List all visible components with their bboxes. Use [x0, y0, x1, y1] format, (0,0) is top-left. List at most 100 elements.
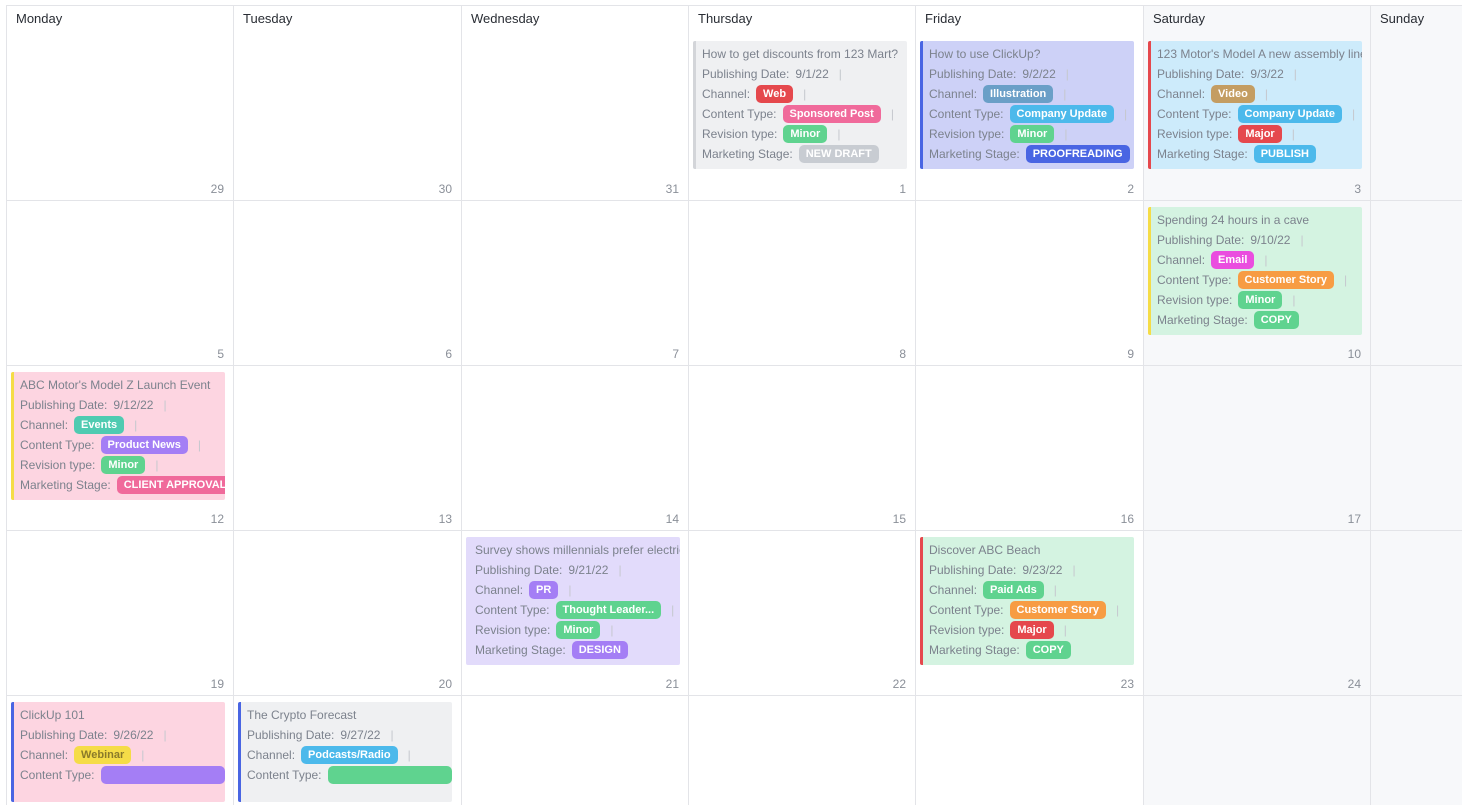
day-cell[interactable] — [462, 696, 688, 805]
revision-type-tag[interactable]: Minor — [783, 125, 828, 143]
day-cell[interactable] — [7, 6, 233, 200]
publishing-date-value: 9/1/22 — [795, 67, 829, 81]
day-cell[interactable] — [1371, 201, 1462, 365]
revision-type-row: Revision type: Minor | — [475, 620, 680, 640]
channel-row: Channel: PR | — [475, 580, 680, 600]
marketing-stage-tag[interactable]: PUBLISH — [1253, 145, 1316, 163]
content-type-tag[interactable]: Product News — [100, 436, 188, 454]
event-card[interactable]: How to use ClickUp? Publishing Date: 9/2/2… — [920, 41, 1134, 169]
marketing-stage-row: Marketing Stage: NEW DRAFT — [702, 144, 907, 164]
event-card[interactable]: Discover ABC Beach Publishing Date: 9/23/2… — [920, 537, 1134, 665]
event-card[interactable]: ABC Motor's Model Z Launch Event Publishi… — [11, 372, 225, 500]
marketing-stage-tag[interactable]: COPY — [1025, 641, 1071, 659]
day-cell[interactable] — [7, 531, 233, 695]
field-separator: | — [1264, 253, 1268, 267]
field-separator: | — [134, 418, 138, 432]
day-cell[interactable] — [234, 201, 460, 365]
publishing-date-label: Publishing Date: — [475, 563, 563, 577]
day-cell[interactable] — [462, 366, 688, 530]
event-card[interactable]: Spending 24 hours in a cave Publishing Da… — [1148, 207, 1362, 335]
publishing-date-label: Publishing Date: — [1157, 67, 1245, 81]
content-type-label: Content Type: — [20, 768, 95, 782]
day-cell[interactable] — [689, 201, 915, 365]
day-cell[interactable] — [916, 696, 1142, 805]
channel-tag[interactable]: PR — [529, 581, 559, 599]
day-number: 29 — [210, 182, 224, 196]
event-title: Discover ABC Beach — [929, 543, 1041, 557]
day-cell[interactable] — [1144, 366, 1370, 530]
channel-tag[interactable]: Webinar — [74, 746, 132, 764]
day-cell[interactable] — [462, 6, 688, 200]
publishing-date-value: 9/10/22 — [1250, 233, 1291, 247]
marketing-stage-tag[interactable]: COPY — [1253, 311, 1299, 329]
channel-tag[interactable]: Email — [1211, 251, 1255, 269]
field-separator: | — [141, 748, 145, 762]
revision-type-label: Revision type: — [929, 127, 1005, 141]
marketing-stage-label: Marketing Stage: — [20, 478, 111, 492]
day-cell[interactable] — [234, 6, 460, 200]
content-type-tag[interactable]: Customer Story — [1009, 601, 1107, 619]
field-separator: | — [1344, 273, 1348, 287]
day-number: 3 — [1354, 182, 1361, 196]
revision-type-row: Revision type: Minor | — [20, 455, 225, 475]
day-cell[interactable] — [462, 201, 688, 365]
channel-tag[interactable]: Web — [756, 85, 794, 103]
day-cell[interactable] — [234, 366, 460, 530]
day-cell[interactable] — [1371, 366, 1462, 530]
revision-type-row: Revision type: Major | — [929, 620, 1134, 640]
content-type-tag[interactable]: Sponsored Post — [782, 105, 881, 123]
day-number: 5 — [217, 347, 224, 361]
field-separator: | — [838, 67, 842, 81]
content-type-tag[interactable]: Thought Leader... — [555, 601, 662, 619]
publishing-date-label: Publishing Date: — [20, 728, 108, 742]
field-separator: | — [568, 583, 572, 597]
event-card[interactable]: The Crypto Forecast Publishing Date: 9/27/… — [238, 702, 452, 802]
event-title: How to get discounts from 123 Mart? — [702, 47, 899, 61]
channel-label: Channel: — [247, 748, 296, 762]
revision-type-tag[interactable]: Minor — [1010, 125, 1055, 143]
content-type-tag[interactable]: Company Update — [1009, 105, 1114, 123]
day-cell[interactable] — [916, 366, 1142, 530]
day-number: 20 — [438, 677, 452, 691]
revision-type-tag[interactable]: Major — [1010, 621, 1054, 639]
field-separator: | — [1063, 87, 1067, 101]
day-cell[interactable] — [1371, 531, 1462, 695]
revision-type-tag[interactable]: Minor — [556, 621, 601, 639]
event-card[interactable]: 123 Motor's Model A new assembly line Pub… — [1148, 41, 1362, 169]
revision-type-tag[interactable]: Minor — [101, 456, 146, 474]
event-card[interactable]: ClickUp 101 Publishing Date: 9/26/22 | Chann… — [11, 702, 225, 802]
day-cell[interactable] — [689, 531, 915, 695]
day-cell[interactable] — [1144, 696, 1370, 805]
marketing-stage-row: Marketing Stage: CLIENT APPROVAL — [20, 475, 225, 495]
channel-tag[interactable]: Events — [74, 416, 125, 434]
day-cell[interactable] — [689, 366, 915, 530]
marketing-stage-tag[interactable]: DESIGN — [571, 641, 628, 659]
channel-tag[interactable]: Podcasts/Radio — [301, 746, 398, 764]
day-cell[interactable] — [1371, 6, 1462, 200]
channel-row: Channel: Paid Ads | — [929, 580, 1134, 600]
content-type-tag[interactable]: Customer Story — [1237, 271, 1335, 289]
marketing-stage-row: Marketing Stage: COPY — [929, 640, 1134, 660]
day-cell[interactable] — [1144, 531, 1370, 695]
marketing-stage-row: Marketing Stage: COPY — [1157, 310, 1362, 330]
channel-label: Channel: — [1157, 253, 1206, 267]
publishing-date-row: Publishing Date: 9/27/22 | — [247, 725, 452, 745]
marketing-stage-tag[interactable]: NEW DRAFT — [798, 145, 879, 163]
marketing-stage-tag[interactable]: CLIENT APPROVAL — [116, 476, 225, 494]
revision-type-tag[interactable]: Minor — [1238, 291, 1283, 309]
day-cell[interactable] — [1371, 696, 1462, 805]
channel-tag[interactable]: Video — [1211, 85, 1255, 103]
channel-tag[interactable]: Paid Ads — [983, 581, 1044, 599]
event-card[interactable]: How to get discounts from 123 Mart? Publi… — [693, 41, 907, 169]
day-cell[interactable] — [234, 531, 460, 695]
day-cell[interactable] — [916, 201, 1142, 365]
day-cell[interactable] — [689, 696, 915, 805]
event-card[interactable]: Survey shows millennials prefer electric… — [466, 537, 680, 665]
publishing-date-row: Publishing Date: 9/12/22 | — [20, 395, 225, 415]
revision-type-tag[interactable]: Major — [1238, 125, 1282, 143]
channel-row: Channel: Email | — [1157, 250, 1362, 270]
content-type-tag[interactable]: Company Update — [1237, 105, 1342, 123]
channel-tag[interactable]: Illustration — [983, 85, 1054, 103]
day-cell[interactable] — [7, 201, 233, 365]
marketing-stage-tag[interactable]: PROOFREADING — [1025, 145, 1130, 163]
